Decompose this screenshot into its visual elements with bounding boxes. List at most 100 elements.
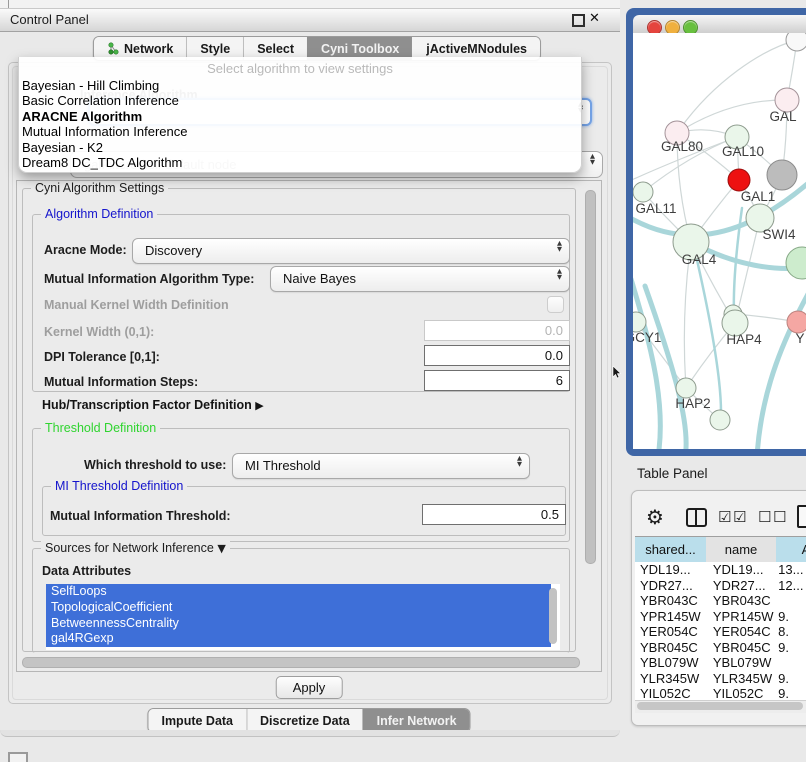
mi-steps-field[interactable]: 6: [424, 370, 570, 391]
table-row[interactable]: YDR27...YDR27...12...: [635, 578, 806, 594]
tab-label: Infer Network: [377, 714, 457, 728]
network-node[interactable]: [767, 160, 797, 190]
table-row[interactable]: YDL19...YDL19...13...: [635, 562, 806, 578]
tab-label: Style: [200, 42, 230, 56]
network-node[interactable]: [633, 182, 653, 202]
attribute-item-topologicalcoefficient[interactable]: TopologicalCoefficient: [46, 600, 551, 616]
table-row[interactable]: YLR345WYLR345W9.: [635, 671, 806, 687]
network-node-label-gal: GAL: [769, 109, 797, 124]
table-cell: YBL079W: [707, 655, 774, 671]
network-node[interactable]: [787, 311, 806, 333]
table-cell: YER054C: [707, 624, 774, 640]
table-cell: YPR145W: [707, 609, 774, 625]
manual-kernel-checkbox[interactable]: [547, 296, 564, 313]
table-rows[interactable]: YDL19...YDL19...13...YDR27...YDR27...12.…: [635, 562, 806, 700]
mi-steps-label: Mutual Information Steps:: [44, 375, 198, 389]
column-header-a[interactable]: A: [776, 536, 806, 563]
attribute-item-selfloops[interactable]: SelfLoops: [46, 584, 551, 600]
attribute-item-gal4rgexp[interactable]: gal4RGexp: [46, 631, 551, 647]
collapse-down-icon[interactable]: ▼: [217, 542, 225, 555]
apply-button[interactable]: Apply: [276, 676, 343, 699]
tab-label: Impute Data: [161, 714, 233, 728]
table-row[interactable]: YPR145WYPR145W9.: [635, 609, 806, 625]
network-node-label-gal80: GAL80: [661, 139, 703, 154]
mi-threshold-field[interactable]: 0.5: [422, 504, 566, 525]
network-view-titlebar[interactable]: [633, 15, 806, 34]
dpi-tolerance-label: DPI Tolerance [0,1]:: [44, 350, 160, 364]
network-edge[interactable]: [697, 260, 721, 412]
table-cell: YBR043C: [635, 593, 707, 609]
bottom-tab-infer-network[interactable]: Infer Network: [363, 709, 470, 732]
select-all-checks-icon[interactable]: ☑: [718, 508, 731, 526]
table-cell: YIL052C: [635, 686, 707, 700]
table-cell: 12...: [774, 578, 806, 594]
table-cell: YBR043C: [707, 593, 774, 609]
docked-panel-icon[interactable]: [8, 752, 28, 762]
vertical-scrollbar[interactable]: [585, 190, 596, 564]
network-node[interactable]: [676, 378, 696, 398]
table-row[interactable]: YIL052CYIL052C9.: [635, 686, 806, 700]
float-window-icon[interactable]: [572, 14, 585, 27]
bottom-tab-impute-data[interactable]: Impute Data: [148, 709, 246, 732]
column-header-name[interactable]: name: [706, 536, 777, 563]
bottom-tab-discretize-data[interactable]: Discretize Data: [246, 709, 363, 732]
select-all-checks-icon[interactable]: ☑: [733, 508, 746, 526]
table-cell: 9.: [774, 686, 806, 700]
column-header-shared[interactable]: shared...: [635, 536, 707, 563]
table-cell: 13...: [774, 562, 806, 578]
algorithm-option-basic-correlation-inference[interactable]: Basic Correlation Inference: [19, 93, 581, 108]
tab-label: Network: [124, 42, 173, 56]
table-row[interactable]: YBL079WYBL079W: [635, 655, 806, 671]
algorithm-option-dream8-dc-tdc-algorithm[interactable]: Dream8 DC_TDC Algorithm: [19, 155, 581, 170]
aracne-mode-label: Aracne Mode:: [44, 243, 127, 257]
network-node-label-gal10: GAL10: [722, 144, 764, 159]
network-edge-strong[interactable]: [633, 279, 660, 449]
algorithm-option-aracne-algorithm[interactable]: ARACNE Algorithm: [19, 109, 581, 124]
close-icon[interactable]: ✕: [589, 11, 600, 26]
table-row[interactable]: YBR045CYBR045C9.: [635, 640, 806, 656]
attributes-list-scrollbar[interactable]: [549, 588, 557, 644]
deselect-all-boxes-icon[interactable]: ☐: [773, 508, 786, 526]
table-horizontal-scrollbar[interactable]: [637, 702, 803, 710]
mouse-cursor: [612, 366, 622, 379]
gear-icon[interactable]: ⚙: [646, 505, 664, 529]
network-node-label-gal4: GAL4: [682, 252, 717, 267]
table-row[interactable]: YBR043CYBR043C: [635, 593, 806, 609]
mi-threshold-group-title: MI Threshold Definition: [51, 479, 187, 493]
table-row[interactable]: YER054CYER054C8.: [635, 624, 806, 640]
deselect-all-boxes-icon[interactable]: ☐: [758, 508, 771, 526]
cyni-settings-group-title: Cyni Algorithm Settings: [31, 181, 168, 195]
table-cell: YBR045C: [635, 640, 707, 656]
control-panel-titlebar: Control Panel ✕: [0, 8, 620, 32]
network-canvas[interactable]: GALGAL80GAL10GAL1GAL11SWI4GAL4GCY1HAP4YH…: [633, 33, 806, 449]
network-edge-strong[interactable]: [757, 285, 806, 449]
spinner-icon: ▲▼: [557, 269, 562, 280]
horizontal-scrollbar[interactable]: [22, 657, 580, 668]
algorithm-option-mutual-information-inference[interactable]: Mutual Information Inference: [19, 124, 581, 139]
columns-icon[interactable]: [686, 508, 707, 527]
network-node-label-y: Y: [795, 331, 804, 346]
mi-type-label: Mutual Information Algorithm Type:: [44, 272, 254, 286]
spinner-icon: ▲▼: [517, 456, 522, 467]
network-node[interactable]: [786, 247, 806, 279]
data-attributes-list[interactable]: SelfLoopsTopologicalCoefficientBetweenne…: [46, 584, 560, 650]
which-threshold-combobox[interactable]: MI Threshold ▲▼: [232, 453, 530, 479]
table-cell: [774, 655, 806, 671]
hub-tf-section-toggle[interactable]: Hub/Transcription Factor Definition ▶: [42, 398, 264, 412]
kernel-width-field[interactable]: 0.0: [424, 320, 570, 341]
table-cell: YLR345W: [635, 671, 707, 687]
algorithm-option-bayesian-k2[interactable]: Bayesian - K2: [19, 140, 581, 155]
table-cell: YPR145W: [635, 609, 707, 625]
attribute-item-betweennesscentrality[interactable]: BetweennessCentrality: [46, 616, 551, 632]
mi-type-combobox[interactable]: Naive Bayes ▲▼: [270, 266, 570, 292]
network-node[interactable]: [710, 410, 730, 430]
aracne-mode-value: Discovery: [145, 243, 202, 258]
network-edge-strong[interactable]: [645, 286, 686, 449]
which-threshold-label: Which threshold to use:: [84, 458, 226, 472]
network-node[interactable]: [786, 33, 806, 51]
algorithm-option-bayesian-hill-climbing[interactable]: Bayesian - Hill Climbing: [19, 78, 581, 93]
dpi-tolerance-field[interactable]: 0.0: [424, 345, 570, 366]
page-icon[interactable]: [797, 505, 806, 528]
network-node[interactable]: [728, 169, 750, 191]
aracne-mode-combobox[interactable]: Discovery ▲▼: [132, 238, 570, 264]
